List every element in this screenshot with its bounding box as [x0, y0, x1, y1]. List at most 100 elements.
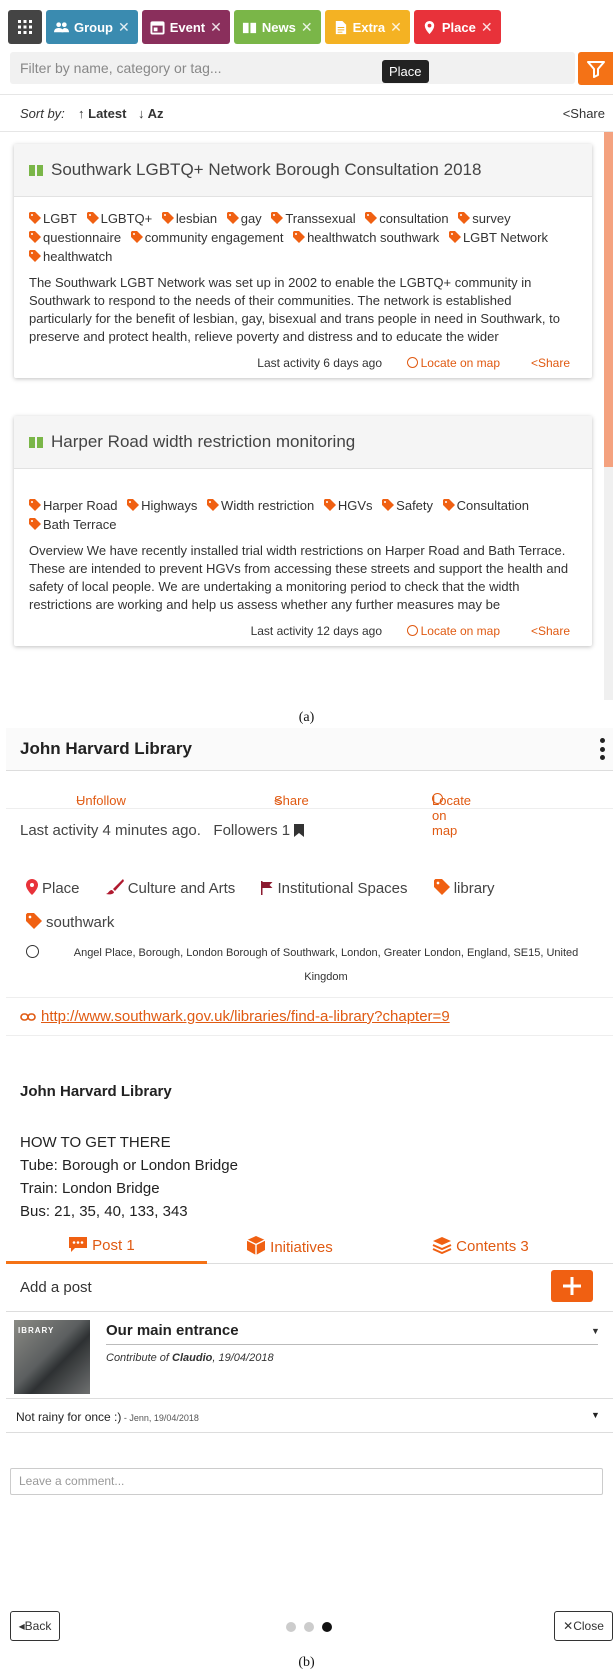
- filter-chip-label: Place: [441, 19, 476, 35]
- filter-bar: Group ✕ Event ✕ News ✕ Extra ✕ Place ✕: [8, 10, 501, 44]
- tag[interactable]: Highways: [127, 496, 197, 515]
- card-share-link[interactable]: <Share: [531, 624, 570, 638]
- filter-chip-group[interactable]: Group ✕: [46, 10, 138, 44]
- tag[interactable]: healthwatch southwark: [293, 228, 439, 247]
- tag[interactable]: Width restriction: [207, 496, 314, 515]
- apps-grid-button[interactable]: [8, 10, 42, 44]
- tab-post[interactable]: Post 1: [68, 1236, 135, 1254]
- quote-icon: [29, 437, 43, 448]
- sort-latest-button[interactable]: ↑ Latest: [78, 106, 126, 121]
- body-line: Train: London Bridge: [20, 1180, 160, 1197]
- filter-chip-event[interactable]: Event ✕: [141, 10, 230, 44]
- arrow-up-icon: ↑: [78, 106, 85, 121]
- close-button[interactable]: ✕ Close: [554, 1611, 613, 1641]
- caret-down-icon[interactable]: ▼: [591, 1326, 600, 1336]
- tag[interactable]: healthwatch: [29, 247, 112, 266]
- tag-icon: [29, 231, 41, 243]
- tag[interactable]: LGBT Network: [448, 228, 548, 247]
- tag[interactable]: Consultation: [442, 496, 529, 515]
- tab-contents[interactable]: Contents 3: [432, 1236, 529, 1255]
- tag-label: Safety: [396, 498, 434, 513]
- post-author: Claudio: [172, 1352, 213, 1364]
- comment-input-wrapper: [10, 1468, 603, 1495]
- tag[interactable]: HGVs: [323, 496, 373, 515]
- filter-button[interactable]: [578, 52, 613, 85]
- category-institutional[interactable]: Institutional Spaces: [261, 872, 408, 906]
- locate-label: Locate on map: [432, 793, 472, 838]
- add-post-button[interactable]: [551, 1270, 593, 1302]
- post-thumbnail[interactable]: IBRARY: [14, 1320, 90, 1394]
- category-culture[interactable]: Culture and Arts: [105, 872, 235, 906]
- more-options-icon[interactable]: [599, 738, 605, 760]
- tag[interactable]: LGBT: [29, 209, 77, 228]
- remove-filter-icon[interactable]: ✕: [301, 19, 313, 36]
- tab-initiatives[interactable]: Initiatives: [246, 1236, 333, 1256]
- tag-label: healthwatch: [43, 249, 113, 264]
- category-library[interactable]: library: [433, 872, 495, 906]
- news-card[interactable]: Southwark LGBTQ+ Network Borough Consult…: [14, 144, 592, 378]
- tag[interactable]: Safety: [382, 496, 433, 515]
- sort-az-button[interactable]: ↓ Az: [138, 106, 164, 121]
- post-item[interactable]: IBRARY Our main entrance ▼ Contribute of…: [6, 1312, 613, 1399]
- bookmark-icon: [294, 824, 305, 837]
- tag-icon: [130, 231, 143, 243]
- pager-dot[interactable]: [304, 1622, 314, 1632]
- post-title[interactable]: Our main entrance: [106, 1322, 239, 1339]
- scrollbar-thumb[interactable]: [604, 132, 613, 467]
- paintbrush-icon: [105, 879, 124, 895]
- tag-label: Transsexual: [285, 211, 356, 226]
- circle-icon: [406, 357, 418, 368]
- category-southwark[interactable]: southwark: [26, 906, 114, 940]
- tag-icon: [127, 499, 140, 511]
- tag-icon: [448, 231, 461, 243]
- pager-dot-active[interactable]: [322, 1622, 332, 1632]
- tag[interactable]: questionnaire: [29, 228, 121, 247]
- address-row: Angel Place, Borough, London Borough of …: [6, 938, 613, 998]
- locate-label: Locate on map: [420, 624, 500, 638]
- website-link[interactable]: http://www.southwark.gov.uk/libraries/fi…: [41, 1008, 450, 1025]
- back-label: Back: [24, 1619, 52, 1633]
- locate-on-map-link[interactable]: Locate on map: [406, 356, 500, 370]
- card-title[interactable]: Harper Road width restriction monitoring: [51, 432, 355, 452]
- card-share-link[interactable]: <Share: [531, 356, 570, 370]
- remove-filter-icon[interactable]: ✕: [118, 19, 130, 36]
- category-place[interactable]: Place: [26, 872, 80, 906]
- tag[interactable]: consultation: [365, 209, 449, 228]
- news-card[interactable]: Harper Road width restriction monitoring…: [14, 416, 592, 646]
- remove-filter-icon[interactable]: ✕: [481, 19, 493, 36]
- share-label: Share: [274, 793, 309, 808]
- remove-filter-icon[interactable]: ✕: [390, 19, 402, 36]
- caret-down-icon[interactable]: ▼: [591, 1410, 600, 1420]
- filter-chip-place[interactable]: Place ✕: [413, 10, 501, 44]
- back-button[interactable]: ◂ Back: [10, 1611, 60, 1641]
- filter-chip-news[interactable]: News ✕: [233, 10, 321, 44]
- cube-icon: [246, 1236, 266, 1255]
- search-input[interactable]: [10, 52, 575, 84]
- tag[interactable]: Bath Terrace: [29, 515, 116, 534]
- add-post-row: Add a post: [6, 1264, 613, 1312]
- locate-on-map-link[interactable]: Locate on map: [406, 624, 500, 638]
- comment-input[interactable]: [11, 1469, 602, 1494]
- funnel-icon: [586, 60, 605, 78]
- tag[interactable]: community engagement: [130, 228, 283, 247]
- tag[interactable]: gay: [226, 209, 262, 228]
- tag[interactable]: survey: [458, 209, 511, 228]
- tag[interactable]: lesbian: [161, 209, 217, 228]
- locate-label: Locate on map: [420, 356, 500, 370]
- tag-label: consultation: [379, 211, 449, 226]
- remove-filter-icon[interactable]: ✕: [210, 19, 222, 36]
- filter-chip-label: News: [261, 19, 296, 35]
- tag[interactable]: Harper Road: [29, 496, 117, 515]
- card-footer: Last activity 6 days ago Locate on map <…: [14, 350, 592, 378]
- tag[interactable]: Transsexual: [271, 209, 356, 228]
- card-title[interactable]: Southwark LGBTQ+ Network Borough Consult…: [51, 160, 481, 180]
- tag[interactable]: LGBTQ+: [86, 209, 152, 228]
- filter-chip-extra[interactable]: Extra ✕: [324, 10, 410, 44]
- pager-dot[interactable]: [286, 1622, 296, 1632]
- pager-dots: [286, 1622, 332, 1632]
- content-tabs: Post 1 Initiatives Contents 3: [6, 1230, 613, 1264]
- sort-az-label: Az: [147, 106, 164, 121]
- tag-icon: [161, 212, 174, 224]
- share-list-button[interactable]: <Share: [563, 106, 605, 121]
- tag-icon: [26, 913, 42, 929]
